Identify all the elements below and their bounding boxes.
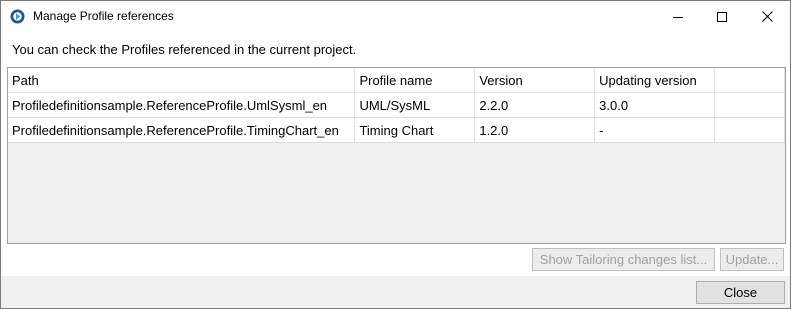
close-icon xyxy=(761,11,773,22)
column-header-filler xyxy=(714,68,785,93)
dialog-content: You can check the Profiles referenced in… xyxy=(1,32,790,308)
close-window-button[interactable] xyxy=(744,1,790,32)
intro-text: You can check the Profiles referenced in… xyxy=(12,42,357,57)
maximize-icon xyxy=(717,11,727,22)
cell-profile-name: UML/SysML xyxy=(354,92,476,118)
profile-table: Path Profile name Version Updating versi… xyxy=(7,67,786,244)
app-logo-icon xyxy=(10,9,25,24)
close-button[interactable]: Close xyxy=(696,281,785,304)
column-header-path[interactable]: Path xyxy=(8,68,356,93)
window-title: Manage Profile references xyxy=(33,9,174,23)
title-bar: Manage Profile references xyxy=(1,1,790,32)
column-header-updating-version[interactable]: Updating version xyxy=(594,68,716,93)
column-header-version[interactable]: Version xyxy=(474,68,596,93)
update-button[interactable]: Update... xyxy=(720,248,784,271)
table-row[interactable]: Profiledefinitionsample.ReferenceProfile… xyxy=(8,92,785,118)
minimize-icon xyxy=(673,16,683,18)
cell-updating-version: - xyxy=(594,117,716,143)
button-bar xyxy=(1,276,790,308)
maximize-button[interactable] xyxy=(699,1,745,32)
cell-path: Profiledefinitionsample.ReferenceProfile… xyxy=(8,92,356,118)
cell-filler xyxy=(714,117,785,143)
cell-filler xyxy=(714,92,785,118)
table-header-row: Path Profile name Version Updating versi… xyxy=(8,68,785,93)
show-tailoring-changes-button[interactable]: Show Tailoring changes list... xyxy=(532,248,715,271)
table-row[interactable]: Profiledefinitionsample.ReferenceProfile… xyxy=(8,117,785,143)
dialog-window: Manage Profile references You can check … xyxy=(0,0,791,309)
cell-path: Profiledefinitionsample.ReferenceProfile… xyxy=(8,117,356,143)
minimize-button[interactable] xyxy=(655,1,701,32)
cell-updating-version: 3.0.0 xyxy=(594,92,716,118)
cell-profile-name: Timing Chart xyxy=(354,117,476,143)
cell-version: 2.2.0 xyxy=(474,92,596,118)
cell-version: 1.2.0 xyxy=(474,117,596,143)
column-header-profile-name[interactable]: Profile name xyxy=(354,68,476,93)
